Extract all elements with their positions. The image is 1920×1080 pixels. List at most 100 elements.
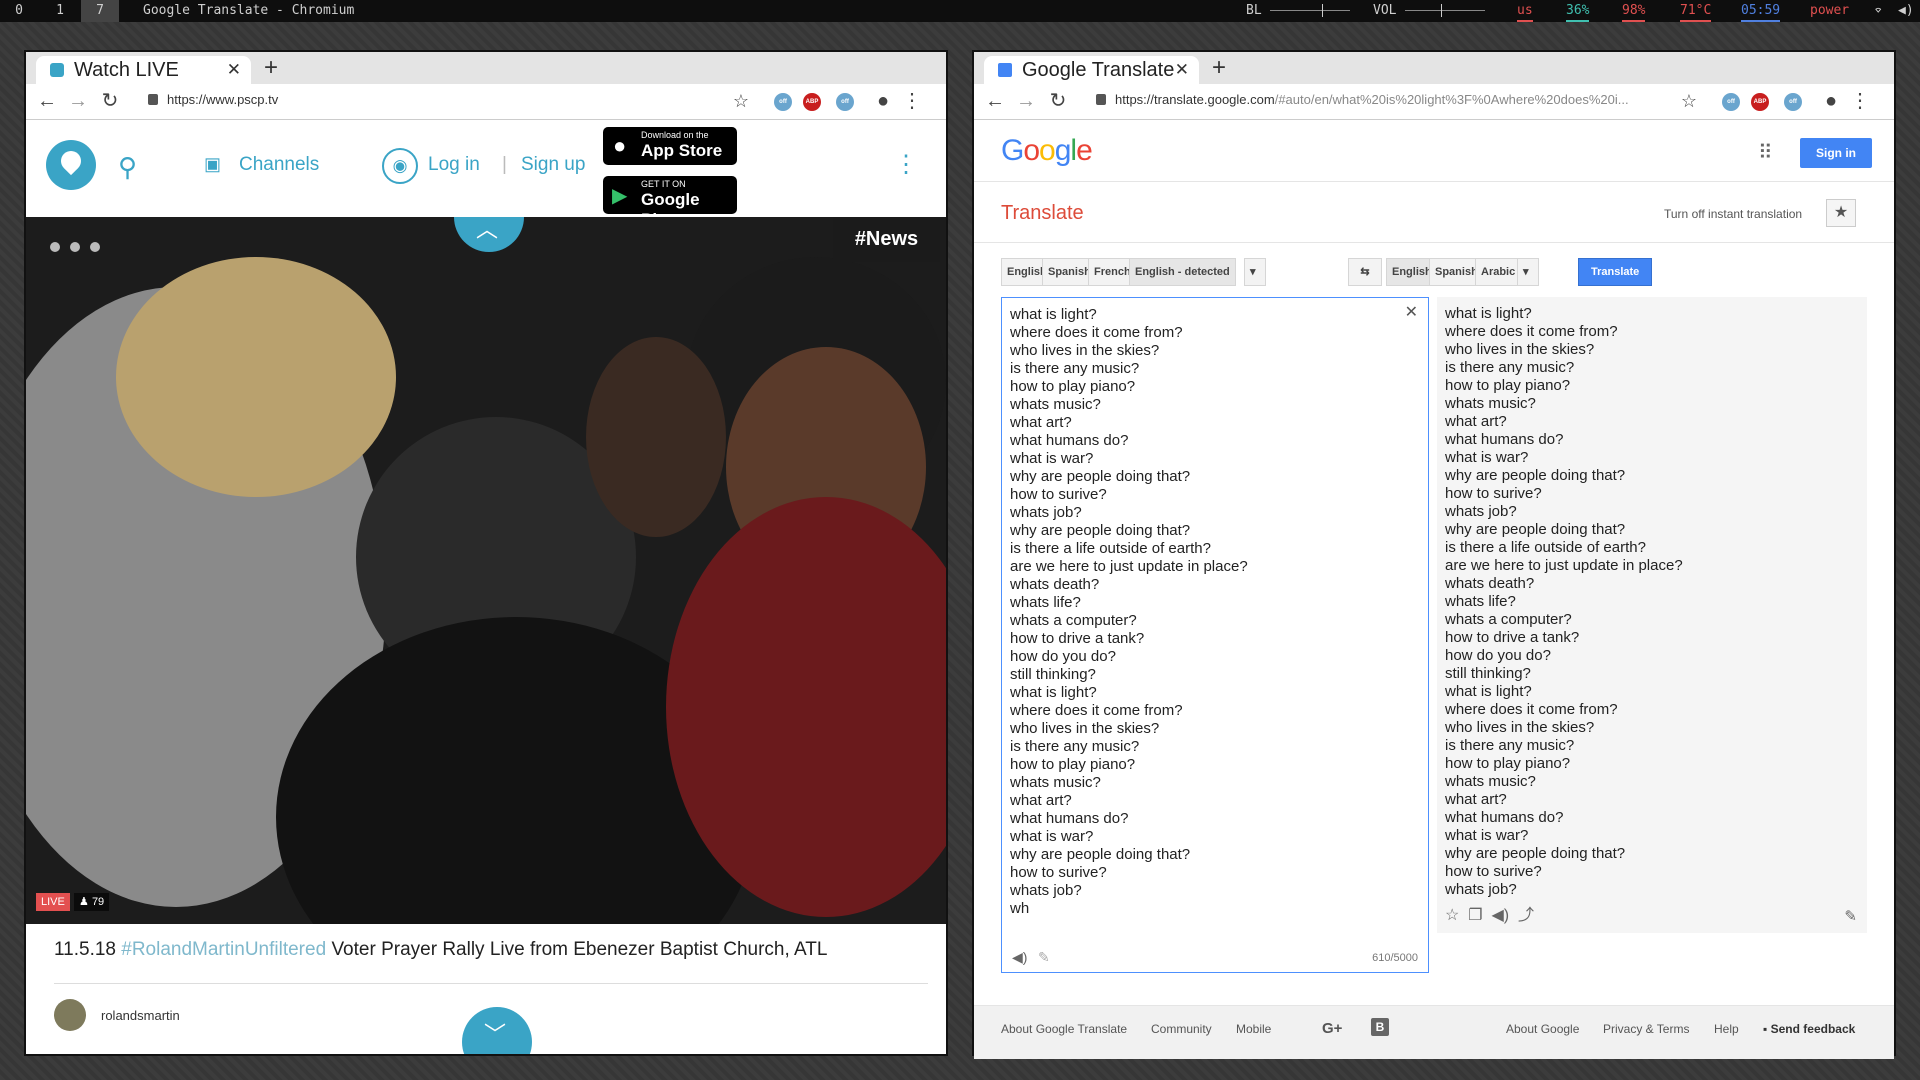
translated-line: what is war? — [1445, 827, 1529, 844]
speaker-icon: ◀) — [1898, 3, 1914, 18]
tv-icon: ▣ — [204, 154, 222, 174]
tgt-lang-arabic[interactable]: Arabic — [1475, 258, 1522, 286]
avatar[interactable] — [54, 999, 86, 1031]
translated-line: how to surive? — [1445, 863, 1542, 880]
handwriting-icon[interactable]: ✎ — [1038, 949, 1050, 966]
edit-translation-icon[interactable]: ✎ — [1844, 907, 1857, 925]
translated-line: is there a life outside of earth? — [1445, 539, 1646, 556]
translate-favicon-icon — [998, 63, 1012, 77]
profile-icon-right[interactable]: ● — [1820, 90, 1842, 112]
source-text[interactable]: what is light? where does it come from? wh… — [1010, 306, 1248, 918]
tgt-lang-dropdown-icon[interactable]: ▾ — [1517, 258, 1539, 286]
source-line: what is war? — [1010, 450, 1094, 467]
share-icon[interactable]: ⤴ — [1518, 907, 1534, 924]
reload-icon-right[interactable]: ↻ — [1047, 90, 1069, 112]
back-icon-right[interactable]: ← — [984, 90, 1006, 112]
about-google-link[interactable]: About Google — [1506, 1022, 1579, 1036]
clock: 05:59 — [1741, 0, 1781, 22]
translated-line: how to play piano? — [1445, 755, 1571, 772]
broadcast-date: 11.5.18 — [54, 939, 116, 960]
browser-menu-icon-right[interactable]: ⋮ — [1849, 90, 1871, 112]
phrasebook-star-icon[interactable]: ★ — [1826, 199, 1856, 227]
translated-line: how to drive a tank? — [1445, 629, 1580, 646]
src-lang-dropdown-icon[interactable]: ▾ — [1244, 258, 1266, 286]
src-lang-detected[interactable]: English - detected — [1129, 258, 1236, 286]
workspace-7[interactable]: 7 — [81, 0, 119, 22]
viewer-count: ♟ 79 — [74, 893, 110, 911]
channels-link[interactable]: Channels — [239, 154, 319, 176]
adblock-icon[interactable]: ABP — [803, 93, 821, 111]
broadcast-hashtag[interactable]: #RolandMartinUnfiltered — [121, 939, 326, 960]
app-store-button[interactable]: ● Download on the App Store — [603, 127, 737, 165]
back-icon[interactable]: ← — [36, 90, 58, 112]
live-video[interactable]: ︿ #News LIVE ♟ 79 — [26, 217, 946, 924]
reload-icon[interactable]: ↻ — [99, 90, 121, 112]
source-line: is there any music? — [1010, 738, 1140, 755]
copy-icon[interactable]: ❐ — [1468, 907, 1482, 924]
mobile-link[interactable]: Mobile — [1236, 1022, 1271, 1036]
divider — [54, 983, 928, 984]
blogger-icon[interactable]: B — [1371, 1018, 1389, 1036]
logo-letter: g — [1054, 134, 1072, 167]
google-play-button[interactable]: ▶ GET IT ON Google Play — [603, 176, 737, 229]
scroll-up-button[interactable]: ︿ — [454, 217, 524, 252]
send-feedback-link[interactable]: ▪ Send feedback — [1763, 1022, 1855, 1036]
broadcaster-name[interactable]: rolandsmartin — [101, 1008, 180, 1023]
extension-off-icon-2[interactable]: off — [836, 93, 854, 111]
translate-button[interactable]: Translate — [1578, 258, 1653, 286]
scroll-down-button[interactable]: ﹀ — [462, 1007, 532, 1054]
about-translate-link[interactable]: About Google Translate — [1001, 1022, 1127, 1036]
search-icon[interactable]: ⚲ — [118, 152, 137, 183]
privacy-terms-link[interactable]: Privacy & Terms — [1603, 1022, 1689, 1036]
listen-icon[interactable]: ◀) — [1012, 949, 1027, 966]
sign-in-button[interactable]: Sign in — [1800, 138, 1872, 168]
bookmark-star-icon[interactable]: ☆ — [730, 90, 752, 112]
translated-line: what humans do? — [1445, 431, 1564, 448]
close-tab-icon[interactable]: ✕ — [227, 60, 241, 80]
forward-icon[interactable]: → — [67, 90, 89, 112]
new-tab-button-right[interactable]: + — [1212, 54, 1226, 82]
extension-off-icon-right-2[interactable]: off — [1784, 93, 1802, 111]
signup-link[interactable]: Sign up — [521, 154, 585, 176]
active-window-title: Google Translate - Chromium — [143, 3, 355, 18]
adblock-icon-right[interactable]: ABP — [1751, 93, 1769, 111]
tab-google-translate[interactable]: Google Translate ✕ — [984, 56, 1199, 84]
source-textarea[interactable]: what is light? where does it come from? wh… — [1001, 297, 1429, 973]
forward-icon-right[interactable]: → — [1015, 90, 1037, 112]
extension-off-icon-right[interactable]: off — [1722, 93, 1740, 111]
translated-line: how to surive? — [1445, 485, 1542, 502]
lock-icon-right — [1096, 94, 1106, 105]
bookmark-star-icon-right[interactable]: ☆ — [1678, 90, 1700, 112]
address-bar-right[interactable]: https://translate.google.com/#auto/en/wh… — [1115, 92, 1629, 107]
google-plus-link[interactable]: G+ — [1322, 1020, 1342, 1037]
google-logo[interactable]: Google — [1001, 134, 1093, 168]
news-tag[interactable]: #News — [833, 217, 940, 262]
workspace-1[interactable]: 1 — [41, 0, 79, 22]
instant-translation-toggle[interactable]: Turn off instant translation — [1664, 207, 1802, 221]
tab-watch-live[interactable]: Watch LIVE ✕ — [36, 56, 251, 84]
profile-icon[interactable]: ● — [872, 90, 894, 112]
apps-grid-icon[interactable]: ⠿ — [1758, 140, 1773, 165]
listen-output-icon[interactable]: ◀) — [1491, 907, 1509, 924]
address-bar[interactable]: https://www.pscp.tv — [167, 92, 278, 107]
workspace-0[interactable]: 0 — [0, 0, 38, 22]
star-icon[interactable]: ☆ — [1445, 907, 1459, 924]
clear-text-icon[interactable]: ✕ — [1405, 302, 1418, 322]
lock-icon — [148, 94, 158, 105]
play-small-text: GET IT ON — [641, 179, 686, 189]
close-tab-icon-right[interactable]: ✕ — [1175, 60, 1189, 80]
power-status[interactable]: power — [1810, 0, 1849, 22]
extension-off-icon[interactable]: off — [774, 93, 792, 111]
periscope-logo-icon[interactable] — [46, 140, 96, 190]
swap-languages-icon[interactable]: ⇆ — [1348, 258, 1382, 286]
translated-line: whats a computer? — [1445, 611, 1572, 628]
community-link[interactable]: Community — [1151, 1022, 1212, 1036]
more-menu-icon[interactable]: ⋮ — [894, 150, 918, 179]
new-tab-button[interactable]: + — [264, 54, 278, 82]
help-link[interactable]: Help — [1714, 1022, 1739, 1036]
login-link[interactable]: Log in — [428, 154, 480, 176]
translated-line: whats job? — [1445, 503, 1517, 520]
source-line: what is light? — [1010, 684, 1097, 701]
source-line: how to play piano? — [1010, 378, 1136, 395]
browser-menu-icon[interactable]: ⋮ — [901, 90, 923, 112]
